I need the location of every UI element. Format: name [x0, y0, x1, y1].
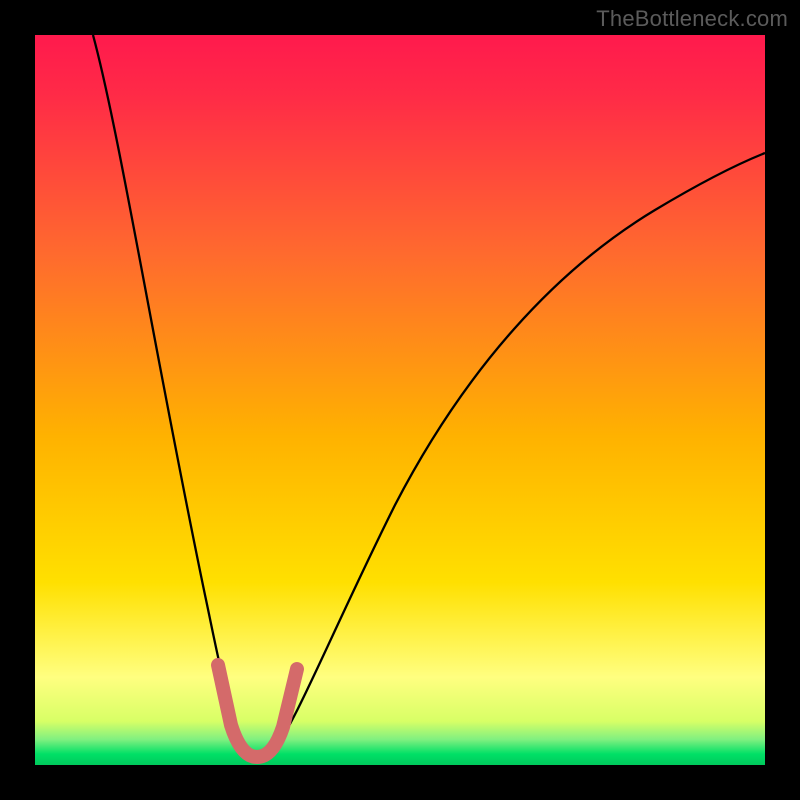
chart-svg: [35, 35, 765, 765]
watermark-text: TheBottleneck.com: [596, 6, 788, 32]
chart-frame: TheBottleneck.com: [0, 0, 800, 800]
gradient-background: [35, 35, 765, 765]
plot-area: [35, 35, 765, 765]
